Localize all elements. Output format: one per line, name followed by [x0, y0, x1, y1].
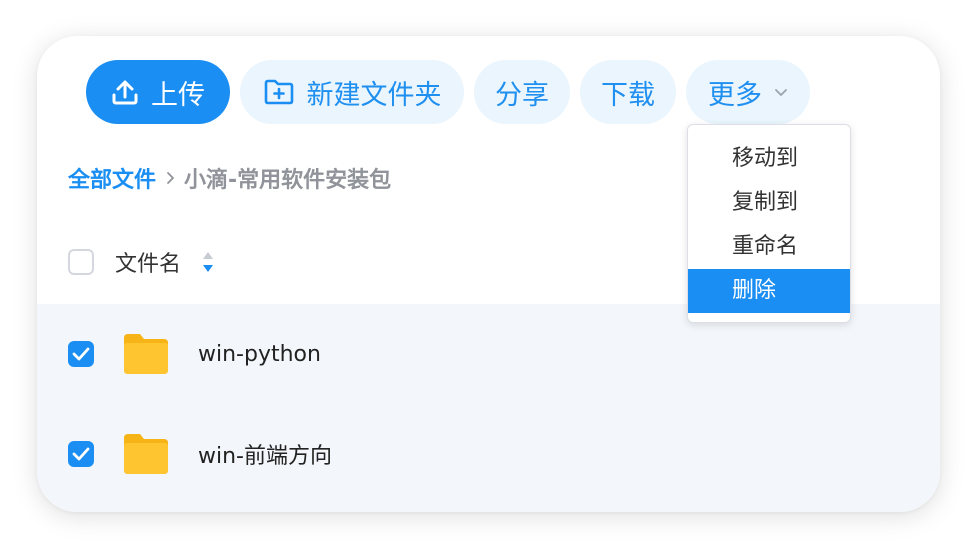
- check-icon: [72, 447, 90, 461]
- file-name[interactable]: win-前端方向: [198, 438, 332, 470]
- table-header: 文件名: [68, 246, 215, 278]
- chevron-right-icon: [164, 170, 176, 186]
- select-all-checkbox[interactable]: [68, 249, 94, 275]
- menu-item-delete[interactable]: 删除: [688, 269, 850, 313]
- upload-button[interactable]: 上传: [86, 60, 230, 124]
- toolbar: 上传 新建文件夹 分享 下载 更多: [86, 60, 810, 124]
- menu-item-move-to[interactable]: 移动到: [688, 137, 850, 181]
- more-label: 更多: [708, 79, 762, 111]
- chevron-down-icon: [774, 87, 788, 97]
- file-list: win-python win-前端方向: [37, 304, 940, 512]
- breadcrumb: 全部文件 小滴-常用软件安装包: [68, 162, 391, 194]
- folder-icon: [122, 432, 170, 476]
- menu-item-copy-to[interactable]: 复制到: [688, 181, 850, 225]
- download-button[interactable]: 下载: [580, 60, 676, 124]
- sort-icon[interactable]: [201, 249, 215, 275]
- new-folder-button[interactable]: 新建文件夹: [240, 60, 464, 124]
- share-button[interactable]: 分享: [474, 60, 570, 124]
- check-icon: [72, 347, 90, 361]
- folder-plus-icon: [263, 78, 295, 106]
- share-label: 分享: [495, 79, 549, 111]
- menu-item-rename[interactable]: 重命名: [688, 225, 850, 269]
- new-folder-label: 新建文件夹: [306, 79, 442, 111]
- row-checkbox[interactable]: [68, 341, 94, 367]
- column-header-name[interactable]: 文件名: [115, 246, 181, 278]
- download-label: 下载: [601, 79, 655, 111]
- table-row[interactable]: win-前端方向: [68, 424, 332, 484]
- upload-icon: [111, 78, 139, 106]
- file-name[interactable]: win-python: [198, 342, 321, 367]
- row-checkbox[interactable]: [68, 441, 94, 467]
- more-dropdown-menu: 移动到 复制到 重命名 删除: [687, 124, 851, 323]
- folder-icon: [122, 332, 170, 376]
- table-row[interactable]: win-python: [68, 324, 321, 384]
- breadcrumb-current: 小滴-常用软件安装包: [184, 168, 392, 193]
- more-button[interactable]: 更多: [686, 60, 810, 124]
- upload-label: 上传: [151, 79, 205, 111]
- breadcrumb-root[interactable]: 全部文件: [68, 162, 156, 194]
